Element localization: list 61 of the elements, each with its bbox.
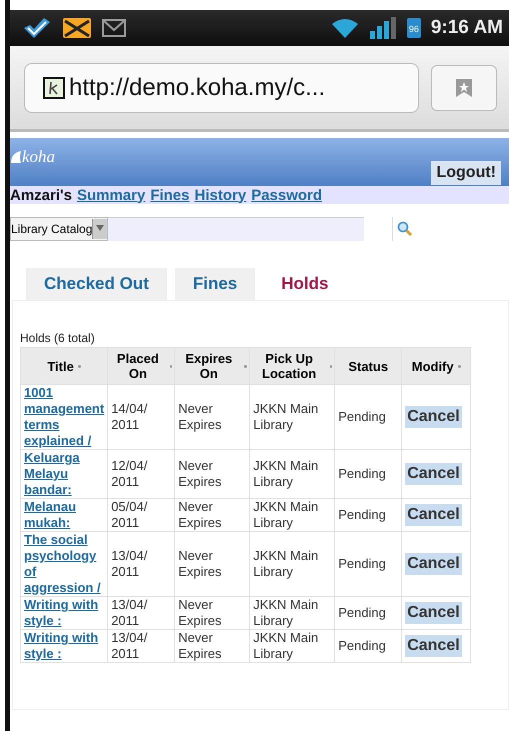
- signal-icon: [368, 17, 397, 39]
- wifi-icon: [330, 17, 359, 39]
- table-cell: Never Expires: [178, 499, 222, 530]
- table-cell: 14/04/ 2011: [111, 401, 148, 432]
- sort-icon[interactable]: [170, 364, 172, 368]
- table-cell: Never Expires: [178, 458, 222, 489]
- sort-icon[interactable]: [78, 364, 81, 368]
- column-header[interactable]: Title: [47, 358, 74, 374]
- cancel-button[interactable]: Cancel: [405, 553, 462, 575]
- sort-icon[interactable]: [244, 364, 248, 368]
- table-cell: Never Expires: [178, 630, 222, 661]
- table-cell: 13/04/ 2011: [111, 630, 148, 661]
- tab[interactable]: Fines: [174, 268, 256, 300]
- table-cell: 12/04/ 2011: [111, 458, 148, 489]
- table-cell: JKKN Main Library: [253, 630, 318, 661]
- table-cell: JKKN Main Library: [253, 458, 318, 489]
- cancel-button[interactable]: Cancel: [405, 635, 462, 657]
- table-cell: JKKN Main Library: [253, 499, 318, 530]
- nav-link[interactable]: Summary: [76, 186, 146, 204]
- table-cell: 05/04/ 2011: [111, 499, 148, 530]
- favicon-icon: [43, 76, 65, 98]
- table-cell: Pending: [338, 605, 386, 620]
- table-cell: 13/04/ 2011: [111, 597, 148, 628]
- table-cell: Never Expires: [178, 597, 222, 628]
- table-cell: 13/04/ 2011: [111, 548, 148, 579]
- scope-dropdown[interactable]: Library Catalog: [10, 217, 108, 241]
- address-bar[interactable]: http://demo.koha.my/c...: [24, 62, 419, 112]
- table-caption: Holds (6 total): [20, 331, 96, 345]
- koha-logo: koha: [10, 147, 56, 167]
- table-cell: JKKN Main Library: [253, 548, 318, 579]
- search-icon: [397, 221, 414, 237]
- bookmark-button[interactable]: [431, 64, 497, 110]
- cancel-button[interactable]: Cancel: [405, 504, 462, 526]
- battery-icon: 96: [406, 18, 421, 38]
- cancel-button[interactable]: Cancel: [405, 406, 462, 428]
- sort-icon[interactable]: [458, 364, 461, 368]
- table-cell: JKKN Main Library: [253, 401, 318, 432]
- table-cell: Pending: [338, 556, 386, 571]
- cancel-button[interactable]: Cancel: [405, 602, 462, 624]
- caret-icon: [92, 219, 108, 239]
- table-cell: Pending: [338, 638, 386, 653]
- user-name: Amzari's: [10, 186, 72, 204]
- tab[interactable]: Checked Out: [26, 268, 167, 300]
- sort-icon[interactable]: [330, 364, 332, 368]
- nav-link[interactable]: Fines: [150, 186, 190, 204]
- cancel-button[interactable]: Cancel: [405, 463, 462, 485]
- table-cell: Pending: [338, 466, 386, 481]
- bookmark-icon: [455, 78, 473, 98]
- table-cell: Pending: [338, 507, 386, 522]
- logout-button[interactable]: Logout!: [431, 161, 501, 185]
- nav-link[interactable]: Password: [251, 186, 322, 204]
- envelope-icon: [62, 17, 92, 39]
- table-cell: Never Expires: [178, 548, 222, 579]
- mail-icon: [102, 19, 126, 37]
- table-cell: Never Expires: [178, 401, 222, 432]
- nav-link[interactable]: History: [194, 186, 246, 204]
- table-cell: JKKN Main Library: [253, 597, 318, 628]
- table-cell: Pending: [338, 409, 386, 424]
- checkmark-icon: [22, 16, 52, 40]
- clock: 9:16 AM: [430, 17, 503, 39]
- search-field[interactable]: [108, 217, 364, 241]
